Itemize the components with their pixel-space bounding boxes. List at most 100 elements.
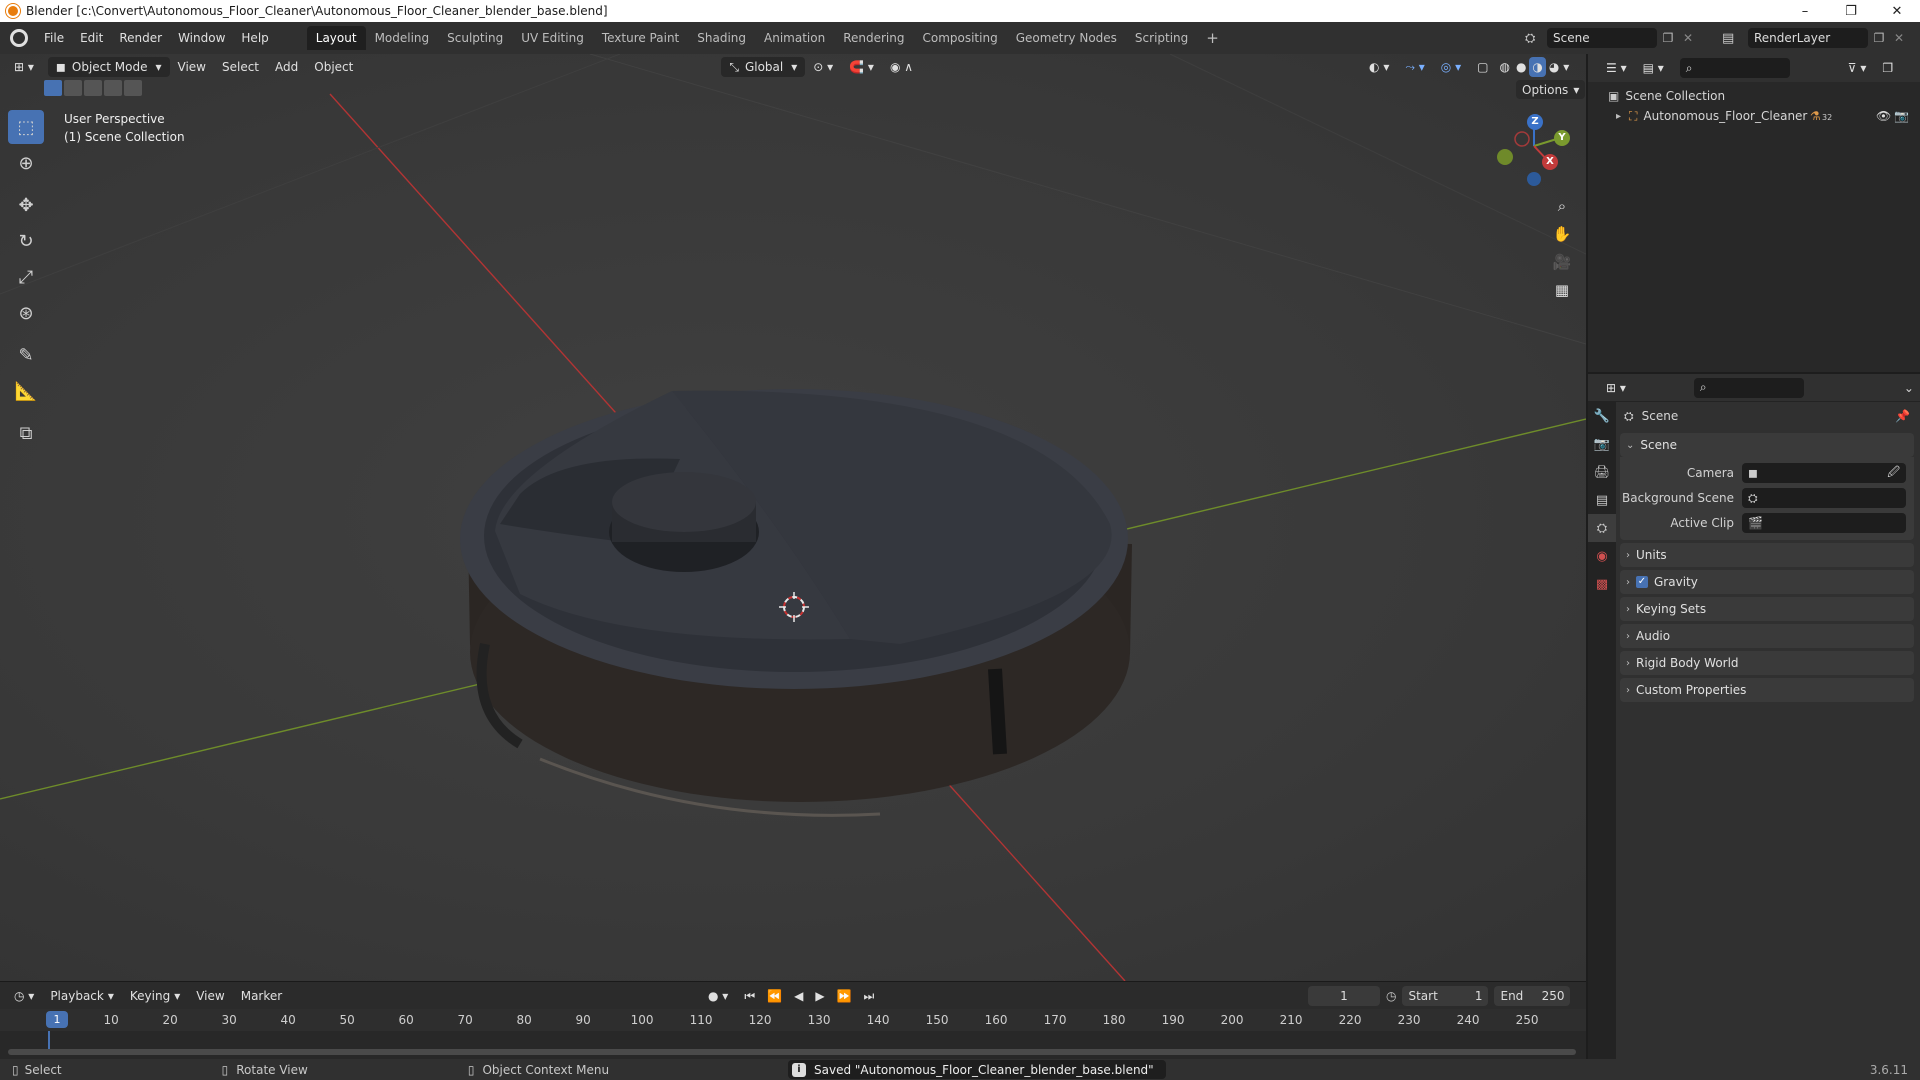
menu-window[interactable]: Window (170, 31, 233, 45)
tab-render-icon[interactable]: 📷 (1588, 430, 1616, 458)
blender-menu-icon[interactable] (10, 29, 28, 47)
panel-gravity-header[interactable]: › ✓ Gravity (1620, 570, 1914, 594)
jump-end-icon[interactable]: ⏭ (860, 986, 879, 1006)
add-cube-tool-icon[interactable]: ⧉ (8, 416, 44, 450)
tab-scene-icon[interactable]: ⛭ (1588, 514, 1616, 542)
view-layer-icon[interactable]: ▤ (1722, 31, 1748, 46)
outliner-editor-type-icon[interactable]: ☰ ▾ (1598, 58, 1635, 78)
mode-selector[interactable]: ◼ Object Mode ▾ (47, 57, 170, 77)
tab-view-layer-icon[interactable]: ▤ (1588, 486, 1616, 514)
shading-material-icon[interactable]: ◑ (1529, 57, 1546, 77)
gizmo-toggle-icon[interactable]: ⤳ ▾ (1397, 57, 1432, 77)
scale-tool-icon[interactable]: ⤢ (8, 260, 44, 294)
modifier-icon[interactable]: ⚗ (1810, 109, 1821, 123)
shading-wireframe-icon[interactable]: ◍ (1496, 57, 1512, 77)
menu-edit[interactable]: Edit (72, 31, 111, 45)
tab-texture-icon[interactable]: ▩ (1588, 570, 1616, 598)
properties-search-input[interactable]: ⌕ (1693, 377, 1804, 398)
overlays-icon[interactable]: ◎ ▾ (1433, 57, 1469, 77)
play-icon[interactable]: ▶ (811, 986, 828, 1006)
expand-arrow-icon[interactable]: ▸ (1616, 111, 1621, 122)
floor-cleaner-model[interactable] (460, 389, 1132, 817)
scene-selector[interactable]: Scene (1547, 28, 1657, 48)
select-subtract-icon[interactable] (84, 80, 102, 96)
tab-scripting[interactable]: Scripting (1126, 26, 1197, 50)
panel-audio-header[interactable]: › Audio (1620, 624, 1914, 648)
3d-viewport[interactable]: Z Y X ⌕ ✋ 🎥 ▦ (0, 54, 1586, 981)
annotate-tool-icon[interactable]: ✎ (8, 338, 44, 372)
view-layer-selector[interactable]: RenderLayer (1748, 28, 1868, 48)
proportional-edit-icon[interactable]: ◉ ∧ (882, 57, 921, 77)
tab-geometry-nodes[interactable]: Geometry Nodes (1007, 26, 1126, 50)
tab-texture-paint[interactable]: Texture Paint (593, 26, 688, 50)
editor-type-icon[interactable]: ⊞ ▾ (6, 57, 42, 77)
close-button[interactable]: ✕ (1874, 0, 1920, 22)
rotate-tool-icon[interactable]: ↻ (8, 224, 44, 258)
props-editor-type-icon[interactable]: ⊞ ▾ (1598, 378, 1634, 398)
perspective-toggle-icon[interactable]: ▦ (1548, 276, 1576, 304)
minimize-button[interactable]: – (1782, 0, 1828, 22)
gizmo-x-axis[interactable]: X (1542, 154, 1558, 170)
auto-keying-icon[interactable]: ● ▾ (700, 986, 736, 1006)
menu-view[interactable]: View (170, 57, 214, 77)
tab-animation[interactable]: Animation (755, 26, 834, 50)
shading-rendered-icon[interactable]: ◕ ▾ (1546, 57, 1572, 77)
delete-scene-icon[interactable]: ✕ (1679, 31, 1697, 45)
end-frame-field[interactable]: End 250 (1494, 986, 1571, 1006)
camera-field[interactable]: ◼ 🖉 (1742, 463, 1906, 483)
timeline-editor-type-icon[interactable]: ◷ ▾ (6, 986, 42, 1006)
select-intersect-icon[interactable] (124, 80, 142, 96)
cursor-tool-icon[interactable]: ⊕ (8, 146, 44, 180)
menu-keying[interactable]: Keying ▾ (122, 986, 188, 1006)
start-frame-field[interactable]: Start 1 (1402, 986, 1489, 1006)
move-tool-icon[interactable]: ✥ (8, 188, 44, 222)
panel-rigid-body-world-header[interactable]: › Rigid Body World (1620, 651, 1914, 675)
menu-render[interactable]: Render (111, 31, 170, 45)
gizmo-y-axis[interactable]: Y (1554, 130, 1570, 146)
menu-add[interactable]: Add (267, 57, 306, 77)
panel-custom-properties-header[interactable]: › Custom Properties (1620, 678, 1914, 702)
outliner-row-scene-collection[interactable]: ▣ Scene Collection (1588, 86, 1920, 106)
tab-rendering[interactable]: Rendering (834, 26, 913, 50)
select-new-icon[interactable] (44, 80, 62, 96)
scene-icon[interactable]: ⛭ (1525, 31, 1547, 46)
current-frame-field[interactable]: 1 (1308, 986, 1380, 1006)
tab-output-icon[interactable]: 🖨 (1588, 458, 1616, 486)
select-box-tool-icon[interactable]: ⬚ (8, 110, 44, 144)
tab-sculpting[interactable]: Sculpting (438, 26, 512, 50)
eyedropper-icon[interactable]: 🖉 (1887, 463, 1900, 484)
new-scene-icon[interactable]: ❐ (1657, 31, 1679, 45)
jump-start-icon[interactable]: ⏮ (740, 986, 759, 1006)
jump-prev-keyframe-icon[interactable]: ⏪ (763, 986, 786, 1006)
tab-world-icon[interactable]: ◉ (1588, 542, 1616, 570)
zoom-view-icon[interactable]: ⌕ (1548, 192, 1576, 220)
outliner-row-object[interactable]: ▸ ⛶ Autonomous_Floor_Cleaner ⚗ 32 👁 📷 (1588, 106, 1920, 126)
options-dropdown[interactable]: Options ▾ (1516, 80, 1586, 99)
snap-icon[interactable]: 🧲 ▾ (841, 57, 882, 77)
panel-units-header[interactable]: › Units (1620, 543, 1914, 567)
menu-playback[interactable]: Playback ▾ (42, 986, 122, 1006)
new-collection-icon[interactable]: ❐ (1874, 58, 1901, 78)
playhead[interactable]: 1 (46, 1011, 68, 1028)
menu-file[interactable]: File (36, 31, 72, 45)
timeline-scrollbar[interactable] (8, 1049, 1576, 1055)
tab-uv-editing[interactable]: UV Editing (512, 26, 593, 50)
jump-next-keyframe-icon[interactable]: ⏩ (833, 986, 856, 1006)
render-camera-icon[interactable]: 📷 (1894, 109, 1909, 123)
transform-tool-icon[interactable]: ⊛ (8, 296, 44, 330)
select-extend-icon[interactable] (64, 80, 82, 96)
shading-solid-icon[interactable]: ● (1513, 57, 1529, 77)
filter-icon[interactable]: ⊽ ▾ (1840, 58, 1875, 78)
display-mode-icon[interactable]: ▤ ▾ (1635, 58, 1672, 78)
tab-shading[interactable]: Shading (688, 26, 755, 50)
play-reverse-icon[interactable]: ◀ (790, 986, 807, 1006)
outliner-search-input[interactable]: ⌕ (1679, 58, 1790, 78)
tab-layout[interactable]: Layout (306, 26, 366, 50)
panel-keying-sets-header[interactable]: › Keying Sets (1620, 597, 1914, 621)
frame-ruler[interactable]: 10 20 30 40 50 60 70 80 90 100 110 120 130 140 150 160 1… (0, 1009, 1586, 1031)
new-view-layer-icon[interactable]: ❐ (1868, 31, 1890, 45)
gravity-checkbox[interactable]: ✓ (1636, 576, 1648, 588)
delete-view-layer-icon[interactable]: ✕ (1890, 31, 1908, 45)
gizmo-z-axis[interactable]: Z (1527, 114, 1543, 130)
active-clip-field[interactable]: 🎬 (1742, 513, 1906, 533)
